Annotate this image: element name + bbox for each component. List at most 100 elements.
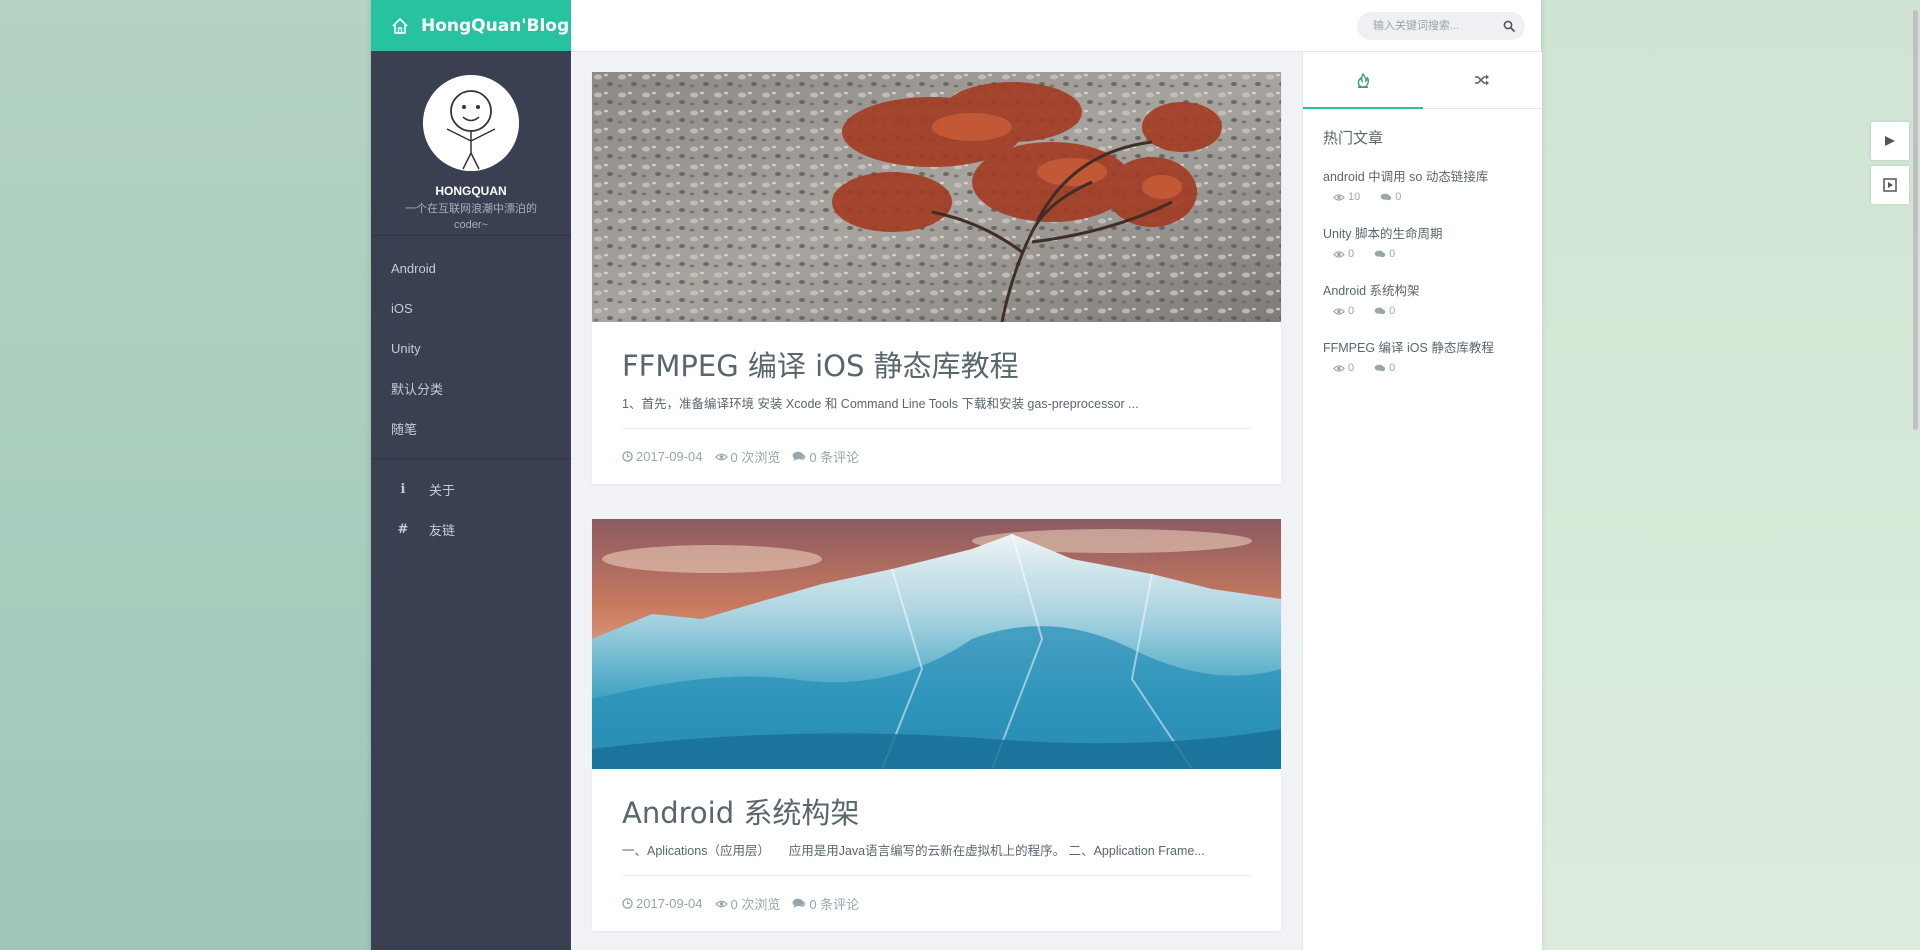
- nav-item-links[interactable]: # 友链: [371, 509, 571, 549]
- eye-icon: [1333, 250, 1345, 258]
- comments-icon: [792, 898, 806, 908]
- profile-name: HONGQUAN: [435, 184, 507, 198]
- play-icon: [1885, 136, 1895, 146]
- hot-post-comments-count: 0: [1389, 362, 1396, 374]
- info-icon: i: [400, 481, 406, 497]
- hot-post-link[interactable]: Unity 脚本的生命周期: [1323, 223, 1522, 242]
- hot-post-link[interactable]: FFMPEG 编译 iOS 静态库教程: [1323, 337, 1522, 356]
- post-views-text: 0 次浏览: [730, 450, 781, 465]
- profile-card: HONGQUAN 一个在互联网浪潮中漂泊的coder~: [371, 51, 571, 236]
- profile-bio: 一个在互联网浪潮中漂泊的coder~: [405, 203, 537, 231]
- post-meta: 2017-09-04 0 次浏览 0 条评论: [622, 875, 1251, 931]
- hot-post-views: 0: [1333, 305, 1364, 317]
- top-header: [571, 0, 1541, 52]
- brand-title: HongQuan'Blog: [421, 15, 570, 36]
- comments-icon: [792, 451, 806, 461]
- post-comments[interactable]: 0 条评论: [792, 447, 859, 466]
- post-comments-text: 0 条评论: [809, 450, 860, 465]
- post-card: Android 系统构架 一、Aplications（应用层） 应用是用Java…: [592, 519, 1281, 931]
- post-body: FFMPEG 编译 iOS 静态库教程 1、首先，准备编译环境 安装 Xcode…: [592, 322, 1281, 484]
- post-comments[interactable]: 0 条评论: [792, 894, 859, 913]
- scrollbar-thumb[interactable]: [1913, 10, 1918, 430]
- list-item: android 中调用 so 动态链接库 10 0: [1323, 166, 1522, 203]
- hot-post-views-count: 0: [1348, 248, 1355, 260]
- avatar[interactable]: [423, 75, 519, 171]
- nav-item-unity[interactable]: Unity: [371, 328, 571, 368]
- comments-icon: [1374, 307, 1386, 314]
- post-list: FFMPEG 编译 iOS 静态库教程 1、首先，准备编译环境 安装 Xcode…: [571, 52, 1302, 950]
- post-title[interactable]: FFMPEG 编译 iOS 静态库教程: [622, 348, 1251, 384]
- hot-post-comments-count: 0: [1389, 305, 1396, 317]
- nav-item-notes[interactable]: 随笔: [371, 408, 571, 448]
- player-toggle-button[interactable]: [1871, 166, 1909, 204]
- eye-icon: [1333, 364, 1345, 372]
- search-input[interactable]: [1371, 19, 1495, 33]
- hot-post-comments: 0: [1374, 248, 1405, 260]
- eye-icon: [714, 453, 728, 460]
- hot-post-comments: 0: [1380, 191, 1411, 203]
- list-item: Android 系统构架 0 0: [1323, 280, 1522, 317]
- tab-random-posts[interactable]: [1423, 52, 1543, 108]
- nav-item-default-category[interactable]: 默认分类: [371, 368, 571, 408]
- home-icon: [392, 17, 408, 34]
- avatar-image: [423, 75, 519, 171]
- comments-icon: [1380, 193, 1392, 200]
- nav-item-label: Android: [391, 260, 436, 276]
- post-meta: 2017-09-04 0 次浏览 0 条评论: [622, 428, 1251, 484]
- hot-posts-heading: 热门文章: [1323, 130, 1384, 147]
- post-date: 2017-09-04: [622, 447, 703, 466]
- post-views: 0 次浏览: [714, 894, 781, 913]
- hot-post-views: 0: [1333, 362, 1364, 374]
- hot-post-views: 10: [1333, 191, 1370, 203]
- hot-post-views-count: 0: [1348, 305, 1355, 317]
- page-background-left: [0, 0, 371, 950]
- post-views: 0 次浏览: [714, 447, 781, 466]
- post-cover-image[interactable]: [592, 72, 1281, 322]
- nav-item-label: iOS: [391, 300, 413, 316]
- brand-link[interactable]: HongQuan'Blog: [371, 0, 571, 51]
- hot-post-link[interactable]: android 中调用 so 动态链接库: [1323, 166, 1522, 185]
- hot-post-meta: 0 0: [1323, 248, 1522, 260]
- post-excerpt: 一、Aplications（应用层） 应用是用Java语言编写的云新在虚拟机上的…: [622, 844, 1205, 858]
- nav-item-label: 友链: [429, 522, 456, 538]
- eye-icon: [1333, 307, 1345, 315]
- post-cover-image[interactable]: [592, 519, 1281, 769]
- left-sidebar: HongQuan'Blog HONGQUAN 一个在互联网浪潮中漂泊的coder…: [371, 0, 571, 950]
- search-icon[interactable]: [1503, 20, 1515, 32]
- post-date: 2017-09-04: [622, 894, 703, 913]
- player-panel-icon: [1883, 178, 1897, 192]
- post-views-text: 0 次浏览: [730, 897, 781, 912]
- post-excerpt: 1、首先，准备编译环境 安装 Xcode 和 Command Line Tool…: [622, 397, 1139, 411]
- post-card: FFMPEG 编译 iOS 静态库教程 1、首先，准备编译环境 安装 Xcode…: [592, 72, 1281, 484]
- hot-post-meta: 0 0: [1323, 362, 1522, 374]
- hot-post-comments: 0: [1374, 305, 1405, 317]
- music-player-controls: [1871, 122, 1909, 210]
- category-nav: Android iOS Unity 默认分类 随笔: [371, 236, 571, 459]
- hot-post-views-count: 10: [1348, 191, 1361, 203]
- fire-icon: [1357, 72, 1369, 88]
- hot-post-comments-count: 0: [1389, 248, 1396, 260]
- hot-post-link[interactable]: Android 系统构架: [1323, 280, 1522, 299]
- aside-tabs: [1303, 52, 1542, 109]
- list-item: FFMPEG 编译 iOS 静态库教程 0 0: [1323, 337, 1522, 374]
- play-button[interactable]: [1871, 122, 1909, 160]
- nav-item-ios[interactable]: iOS: [371, 288, 571, 328]
- nav-item-label: 默认分类: [391, 381, 444, 397]
- post-title[interactable]: Android 系统构架: [622, 795, 1251, 831]
- post-date-text: 2017-09-04: [636, 449, 703, 464]
- right-sidebar: 热门文章 android 中调用 so 动态链接库 10 0 Unity 脚本的…: [1302, 52, 1542, 950]
- hot-post-meta: 0 0: [1323, 305, 1522, 317]
- nav-item-about[interactable]: i 关于: [371, 469, 571, 509]
- hot-post-meta: 10 0: [1323, 191, 1522, 203]
- eye-icon: [714, 900, 728, 907]
- hot-posts-panel: 热门文章 android 中调用 so 动态链接库 10 0 Unity 脚本的…: [1303, 109, 1542, 410]
- post-body: Android 系统构架 一、Aplications（应用层） 应用是用Java…: [592, 769, 1281, 931]
- nav-item-android[interactable]: Android: [371, 248, 571, 288]
- nav-item-label: Unity: [391, 340, 421, 356]
- tab-hot-posts[interactable]: [1303, 52, 1423, 109]
- list-item: Unity 脚本的生命周期 0 0: [1323, 223, 1522, 260]
- page-background-right: [1541, 0, 1920, 950]
- nav-item-label: 随笔: [391, 421, 418, 437]
- page-scrollbar[interactable]: [1911, 0, 1920, 950]
- hot-post-comments: 0: [1374, 362, 1405, 374]
